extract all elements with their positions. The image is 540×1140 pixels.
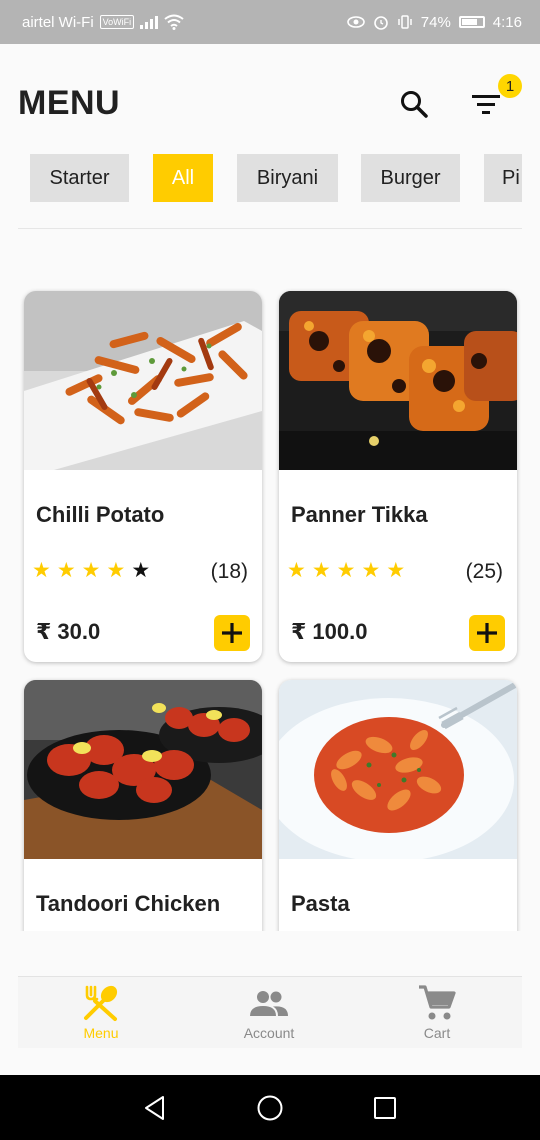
chip-starter[interactable]: Starter: [30, 154, 129, 202]
star-rating: ★ ★ ★ ★ ★: [287, 559, 405, 583]
category-chips: Starter All Biryani Burger Pi: [18, 154, 522, 204]
tandoori-chicken-photo: [24, 680, 262, 859]
search-icon: [401, 91, 428, 118]
filter-badge: 1: [498, 74, 522, 98]
product-card[interactable]: Chilli Potato ★ ★ ★ ★ ★ (18) ₹ 30.0: [24, 291, 262, 662]
star-icon: ★: [361, 559, 381, 582]
carrier-label: airtel Wi-Fi: [22, 13, 94, 31]
product-price: ₹ 30.0: [36, 619, 101, 644]
nav-menu[interactable]: Menu: [41, 977, 161, 1049]
star-icon: ★: [32, 559, 51, 582]
status-left: airtel Wi-Fi VoWiFi: [22, 14, 184, 31]
people-icon: [250, 991, 288, 1016]
chilli-potato-photo: [24, 291, 262, 470]
wifi-icon: [164, 14, 184, 30]
chip-biryani[interactable]: Biryani: [237, 154, 338, 202]
home-circle-icon: [257, 1095, 283, 1121]
star-icon: ★: [386, 559, 406, 582]
wifi-calling-tag: VoWiFi: [99, 15, 135, 29]
product-grid: Chilli Potato ★ ★ ★ ★ ★ (18) ₹ 30.0 Pann…: [0, 229, 540, 931]
chip-pizza[interactable]: Pi: [484, 154, 522, 202]
add-to-cart-button[interactable]: [469, 615, 505, 651]
star-icon: ★: [56, 559, 76, 582]
plus-icon: [222, 623, 242, 643]
star-rating: ★ ★ ★ ★ ★: [32, 559, 150, 583]
product-name: Chilli Potato: [36, 502, 165, 527]
star-icon: ★: [131, 559, 151, 582]
product-name: Pasta: [291, 891, 350, 916]
nav-label: Account: [243, 1025, 295, 1041]
fork-spoon-icon: [84, 985, 118, 1021]
review-count: (18): [210, 560, 248, 583]
vibrate-icon: [398, 15, 412, 29]
eye-icon: [346, 16, 365, 28]
bottom-navigation: Menu Account Cart: [18, 976, 522, 1048]
star-icon: ★: [311, 559, 331, 582]
chip-all[interactable]: All: [153, 154, 213, 202]
nav-cart[interactable]: Cart: [377, 977, 497, 1049]
recents-button[interactable]: [370, 1093, 400, 1123]
chip-burger[interactable]: Burger: [361, 154, 460, 202]
battery-icon: [458, 16, 485, 28]
product-card[interactable]: Tandoori Chicken: [24, 680, 262, 931]
product-card[interactable]: Panner Tikka ★ ★ ★ ★ ★ (25) ₹ 100.0: [279, 291, 517, 662]
clock: 4:16: [492, 13, 522, 31]
recents-square-icon: [374, 1097, 396, 1119]
signal-icon: [140, 15, 159, 29]
alarm-icon: [373, 16, 388, 30]
nav-label: Menu: [83, 1025, 119, 1041]
product-name: Panner Tikka: [291, 502, 428, 527]
filter-icon: [472, 95, 500, 114]
product-price: ₹ 100.0: [291, 619, 368, 644]
add-to-cart-button[interactable]: [214, 615, 250, 651]
status-right: 74% 4:16: [346, 13, 522, 31]
plus-icon: [477, 623, 497, 643]
star-icon: ★: [81, 559, 101, 582]
star-icon: ★: [106, 559, 126, 582]
product-card[interactable]: Pasta: [279, 680, 517, 931]
status-bar: airtel Wi-Fi VoWiFi 74% 4:16: [0, 0, 540, 44]
star-icon: ★: [287, 559, 306, 582]
review-count: (25): [465, 560, 503, 583]
home-button[interactable]: [255, 1093, 285, 1123]
search-button[interactable]: [394, 84, 434, 124]
nav-label: Cart: [423, 1025, 451, 1041]
cart-icon: [419, 985, 456, 1020]
paneer-tikka-photo: [279, 291, 517, 470]
system-navigation-bar: [0, 1075, 540, 1140]
product-name: Tandoori Chicken: [36, 891, 221, 916]
back-triangle-icon: [145, 1096, 164, 1120]
battery-percent: 74%: [420, 13, 451, 31]
nav-account[interactable]: Account: [209, 977, 329, 1049]
back-button[interactable]: [140, 1093, 170, 1123]
star-icon: ★: [336, 559, 356, 582]
pasta-photo: [279, 680, 517, 859]
page-title: MENU: [18, 84, 121, 122]
